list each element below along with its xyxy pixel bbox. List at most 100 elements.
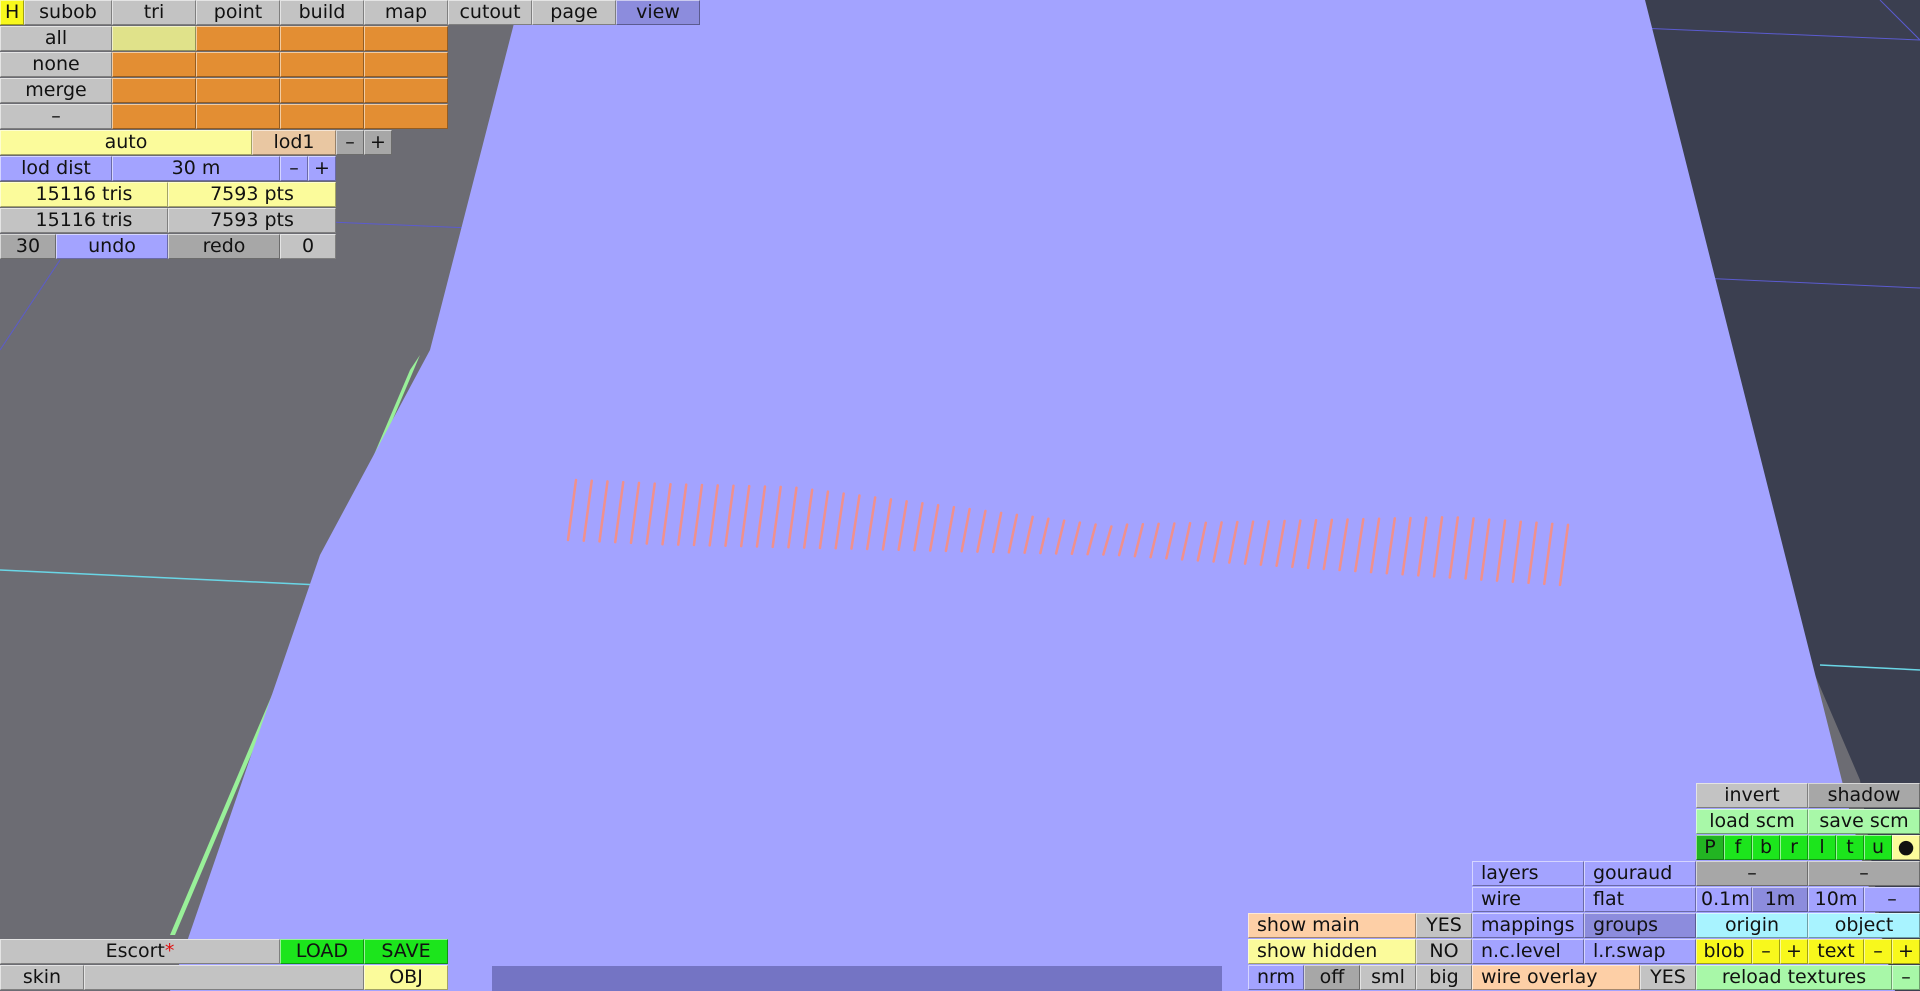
select-all-button[interactable]: all bbox=[0, 26, 112, 51]
swatch-3-1[interactable] bbox=[112, 78, 196, 103]
normals-sml-button[interactable]: sml bbox=[1360, 965, 1416, 990]
undo-button[interactable]: undo bbox=[56, 234, 168, 259]
flat-button[interactable]: flat bbox=[1584, 887, 1696, 912]
wire-overlay-toggle[interactable]: YES bbox=[1640, 965, 1696, 990]
menu-map[interactable]: map bbox=[364, 0, 448, 25]
model-name-field[interactable]: Escort* bbox=[0, 939, 280, 964]
text-button[interactable]: text bbox=[1808, 939, 1864, 964]
view-minus-button-1[interactable]: – bbox=[1696, 861, 1808, 886]
grid-1m-button[interactable]: 1m bbox=[1752, 887, 1808, 912]
lod-auto-button[interactable]: auto bbox=[0, 130, 252, 155]
menu-point[interactable]: point bbox=[196, 0, 280, 25]
load-scm-button[interactable]: load scm bbox=[1696, 809, 1808, 834]
normals-off-button[interactable]: off bbox=[1304, 965, 1360, 990]
show-main-toggle[interactable]: YES bbox=[1416, 913, 1472, 938]
reload-minus-button[interactable]: – bbox=[1892, 965, 1920, 990]
grid-10m-button[interactable]: 10m bbox=[1808, 887, 1864, 912]
swatch-1-3[interactable] bbox=[280, 26, 364, 51]
shadow-button[interactable]: shadow bbox=[1808, 783, 1920, 808]
wire-button[interactable]: wire bbox=[1472, 887, 1584, 912]
swatch-4-2[interactable] bbox=[196, 104, 280, 129]
gouraud-button[interactable]: gouraud bbox=[1584, 861, 1696, 886]
nc-level-button[interactable]: n.c.level bbox=[1472, 939, 1584, 964]
tris-count: 15116 tris bbox=[0, 182, 168, 207]
grid-0-1m-button[interactable]: 0.1m bbox=[1696, 887, 1752, 912]
swatch-2-2[interactable] bbox=[196, 52, 280, 77]
swatch-1-2[interactable] bbox=[196, 26, 280, 51]
lod-level-button[interactable]: lod1 bbox=[252, 130, 336, 155]
undo-count: 30 bbox=[0, 234, 56, 259]
menu-h[interactable]: H bbox=[0, 0, 24, 25]
view-front-button[interactable]: f bbox=[1724, 835, 1752, 860]
merge-button[interactable]: merge bbox=[0, 78, 112, 103]
lod-dist-label: lod dist bbox=[0, 156, 112, 181]
obj-button[interactable]: OBJ bbox=[364, 965, 448, 990]
save-scm-button[interactable]: save scm bbox=[1808, 809, 1920, 834]
select-none-button[interactable]: none bbox=[0, 52, 112, 77]
blob-button[interactable]: blob bbox=[1696, 939, 1752, 964]
total-pts-count: 7593 pts bbox=[168, 208, 336, 233]
view-top-button[interactable]: t bbox=[1836, 835, 1864, 860]
text-minus-button[interactable]: – bbox=[1864, 939, 1892, 964]
skin-path-field[interactable] bbox=[84, 965, 364, 990]
view-right-button[interactable]: r bbox=[1780, 835, 1808, 860]
view-under-button[interactable]: u bbox=[1864, 835, 1892, 860]
skin-button[interactable]: skin bbox=[0, 965, 84, 990]
grid-minus-button[interactable]: – bbox=[1864, 887, 1920, 912]
total-tris-count: 15116 tris bbox=[0, 208, 168, 233]
swatch-3-3[interactable] bbox=[280, 78, 364, 103]
lod-plus-button[interactable]: + bbox=[364, 130, 392, 155]
view-back-button[interactable]: b bbox=[1752, 835, 1780, 860]
normals-nrm-button[interactable]: nrm bbox=[1248, 965, 1304, 990]
invert-button[interactable]: invert bbox=[1696, 783, 1808, 808]
show-hidden-label[interactable]: show hidden bbox=[1248, 939, 1416, 964]
redo-count: 0 bbox=[280, 234, 336, 259]
layers-button[interactable]: layers bbox=[1472, 861, 1584, 886]
normals-big-button[interactable]: big bbox=[1416, 965, 1472, 990]
swatch-2-4[interactable] bbox=[364, 52, 448, 77]
lod-minus-button[interactable]: – bbox=[336, 130, 364, 155]
view-dot-icon[interactable]: ● bbox=[1892, 835, 1920, 860]
object-button[interactable]: object bbox=[1808, 913, 1920, 938]
model-name: Escort bbox=[105, 940, 165, 962]
swatch-3-4[interactable] bbox=[364, 78, 448, 103]
view-left-button[interactable]: l bbox=[1808, 835, 1836, 860]
view-perspective-button[interactable]: P bbox=[1696, 835, 1724, 860]
menu-view[interactable]: view bbox=[616, 0, 700, 25]
swatch-4-3[interactable] bbox=[280, 104, 364, 129]
menu-subob[interactable]: subob bbox=[24, 0, 112, 25]
swatch-2-3[interactable] bbox=[280, 52, 364, 77]
lod-dist-value[interactable]: 30 m bbox=[112, 156, 280, 181]
menu-page[interactable]: page bbox=[532, 0, 616, 25]
blob-plus-button[interactable]: + bbox=[1780, 939, 1808, 964]
swatch-4-4[interactable] bbox=[364, 104, 448, 129]
swatch-1-1[interactable] bbox=[112, 26, 196, 51]
redo-button[interactable]: redo bbox=[168, 234, 280, 259]
swatch-2-1[interactable] bbox=[112, 52, 196, 77]
save-button[interactable]: SAVE bbox=[364, 939, 448, 964]
text-plus-button[interactable]: + bbox=[1892, 939, 1920, 964]
blob-minus-button[interactable]: – bbox=[1752, 939, 1780, 964]
lod-dist-minus-button[interactable]: – bbox=[280, 156, 308, 181]
origin-button[interactable]: origin bbox=[1696, 913, 1808, 938]
lr-swap-button[interactable]: l.r.swap bbox=[1584, 939, 1696, 964]
swatch-4-1[interactable] bbox=[112, 104, 196, 129]
wire-overlay-label[interactable]: wire overlay bbox=[1472, 965, 1640, 990]
groups-button[interactable]: groups bbox=[1584, 913, 1696, 938]
show-main-label[interactable]: show main bbox=[1248, 913, 1416, 938]
view-minus-button-2[interactable]: – bbox=[1808, 861, 1920, 886]
mappings-button[interactable]: mappings bbox=[1472, 913, 1584, 938]
modified-indicator: * bbox=[164, 940, 175, 962]
menu-tri[interactable]: tri bbox=[112, 0, 196, 25]
menu-build[interactable]: build bbox=[280, 0, 364, 25]
timeline-scrollbar[interactable] bbox=[492, 966, 1222, 991]
menu-cutout[interactable]: cutout bbox=[448, 0, 532, 25]
pts-count: 7593 pts bbox=[168, 182, 336, 207]
swatch-3-2[interactable] bbox=[196, 78, 280, 103]
lod-dist-plus-button[interactable]: + bbox=[308, 156, 336, 181]
show-hidden-toggle[interactable]: NO bbox=[1416, 939, 1472, 964]
load-button[interactable]: LOAD bbox=[280, 939, 364, 964]
swatch-1-4[interactable] bbox=[364, 26, 448, 51]
minus-button[interactable]: – bbox=[0, 104, 112, 129]
reload-textures-button[interactable]: reload textures bbox=[1696, 965, 1892, 990]
